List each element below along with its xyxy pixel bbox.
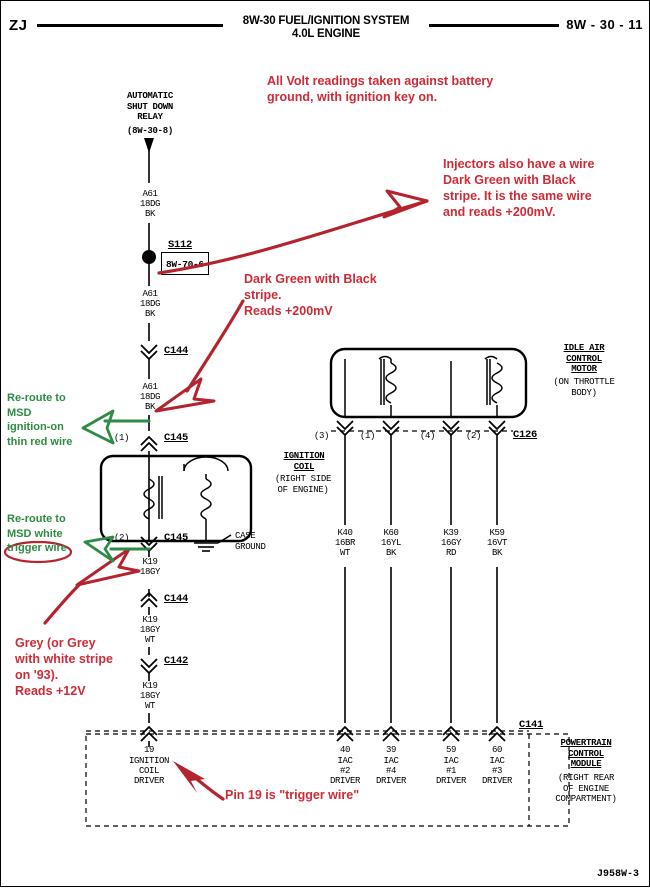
annotation-injectors: Injectors also have a wire Dark Green wi…	[443, 157, 595, 219]
annotation-grey-wire: Grey (or Grey with white stripe on '93).…	[15, 636, 113, 698]
annotation-pin-19: Pin 19 is "trigger wire"	[225, 788, 360, 802]
annotation-volt-readings: All Volt readings taken against battery …	[267, 74, 494, 104]
annotation-reroute-trigger: Re-route to MSD white trigger wire	[7, 513, 67, 554]
drawing-code: J958W-3	[596, 869, 639, 880]
annotation-reroute-ignition: Re-route to MSD ignition-on thin red wir…	[7, 392, 73, 448]
wiring-diagram-page: ZJ 8W-30 FUEL/IGNITION SYSTEM 4.0L ENGIN…	[0, 0, 650, 887]
annotation-dark-green-wire: Dark Green with Black stripe. Reads +200…	[244, 272, 377, 318]
